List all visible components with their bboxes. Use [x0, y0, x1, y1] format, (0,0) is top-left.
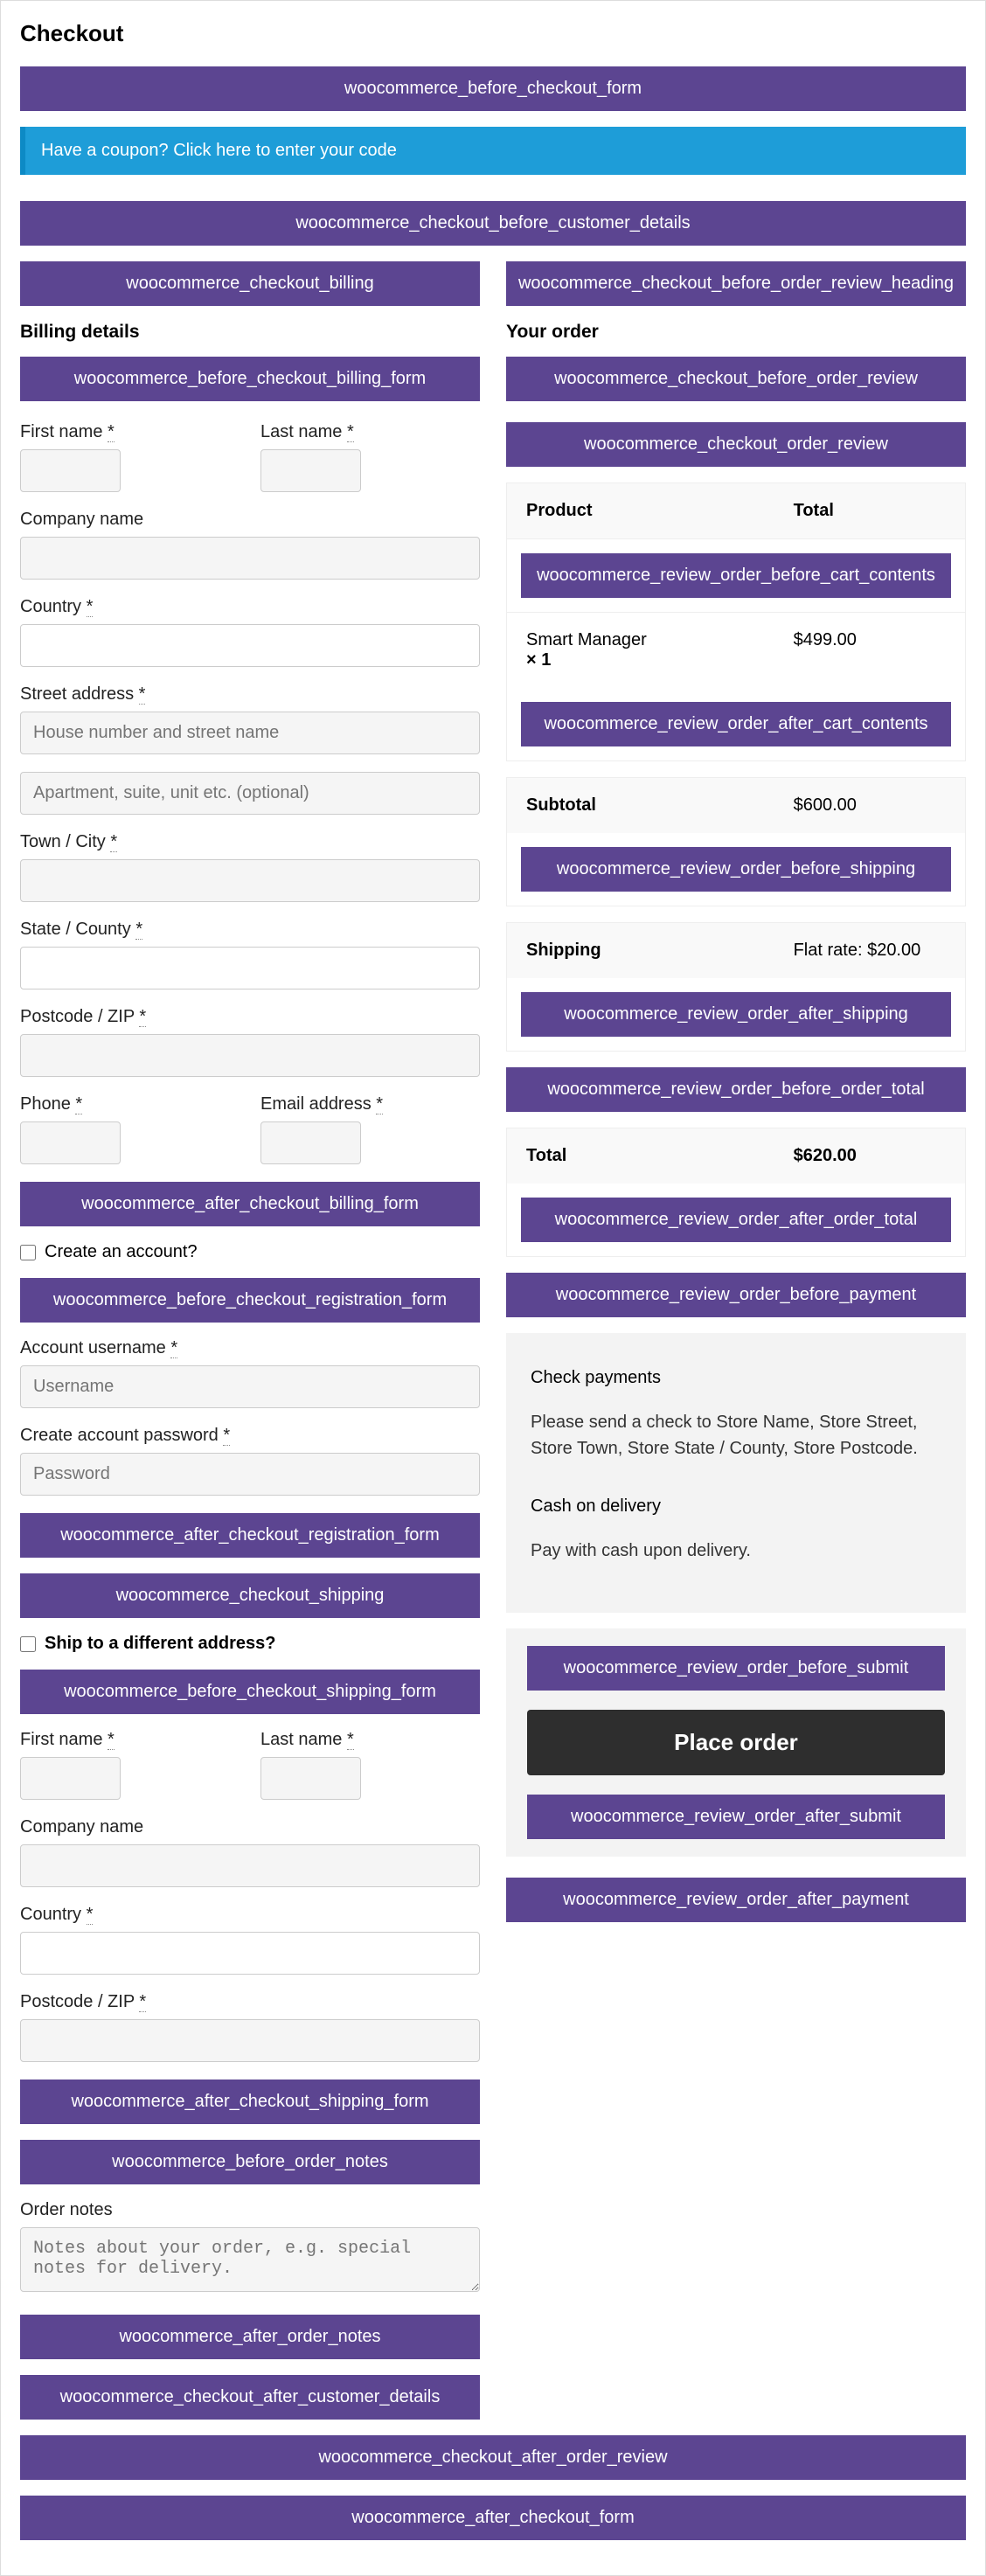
- payment-cod-title[interactable]: Cash on delivery: [506, 1486, 966, 1527]
- billing-state-input[interactable]: [20, 947, 480, 989]
- billing-heading: Billing details: [20, 322, 480, 343]
- billing-first-name-label: First name *: [20, 422, 240, 442]
- payment-methods-box: Check payments Please send a check to St…: [506, 1333, 966, 1613]
- order-heading: Your order: [506, 322, 966, 343]
- shipping-first-name-input[interactable]: [20, 1757, 121, 1800]
- account-password-label: Create account password *: [20, 1426, 480, 1446]
- hook-after-submit: woocommerce_review_order_after_submit: [527, 1795, 945, 1839]
- billing-first-name-input[interactable]: [20, 449, 121, 492]
- total-value: $620.00: [774, 1128, 965, 1184]
- order-notes-label: Order notes: [20, 2200, 480, 2220]
- billing-email-input[interactable]: [260, 1121, 361, 1164]
- billing-country-label: Country *: [20, 597, 480, 617]
- order-product-box: Product Total woocommerce_review_order_b…: [506, 483, 966, 761]
- hook-before-checkout-form: woocommerce_before_checkout_form: [20, 66, 966, 111]
- hook-after-cart-contents: woocommerce_review_order_after_cart_cont…: [521, 702, 951, 746]
- shipping-value: Flat rate: $20.00: [774, 923, 965, 978]
- hook-before-shipping-form: woocommerce_before_checkout_shipping_for…: [20, 1670, 480, 1714]
- hook-after-shipping-review: woocommerce_review_order_after_shipping: [521, 992, 951, 1037]
- billing-last-name-input[interactable]: [260, 449, 361, 492]
- order-review-column: woocommerce_checkout_before_order_review…: [506, 261, 966, 1938]
- shipping-postcode-input[interactable]: [20, 2019, 480, 2062]
- ship-different-checkbox[interactable]: [20, 1636, 36, 1652]
- subtotal-label: Subtotal: [507, 778, 774, 833]
- order-shipping-box: Shipping Flat rate: $20.00 woocommerce_r…: [506, 922, 966, 1052]
- hook-after-registration-form: woocommerce_after_checkout_registration_…: [20, 1513, 480, 1558]
- order-product-header: Product: [507, 483, 774, 538]
- order-total-box: Total $620.00 woocommerce_review_order_a…: [506, 1128, 966, 1257]
- account-username-label: Account username *: [20, 1338, 480, 1358]
- order-before-total-box: woocommerce_review_order_before_order_to…: [506, 1067, 966, 1112]
- order-total-header: Total: [774, 483, 965, 538]
- billing-street1-input[interactable]: [20, 712, 480, 754]
- billing-last-name-label: Last name *: [260, 422, 480, 442]
- order-notes-input[interactable]: [20, 2227, 480, 2292]
- hook-before-billing-form: woocommerce_before_checkout_billing_form: [20, 357, 480, 401]
- shipping-country-label: Country *: [20, 1905, 480, 1925]
- billing-state-label: State / County *: [20, 920, 480, 940]
- shipping-country-input[interactable]: [20, 1932, 480, 1975]
- hook-after-order-notes: woocommerce_after_order_notes: [20, 2315, 480, 2359]
- hook-after-shipping-form: woocommerce_after_checkout_shipping_form: [20, 2080, 480, 2124]
- billing-phone-label: Phone *: [20, 1094, 240, 1114]
- cart-item-price: $499.00: [774, 613, 965, 688]
- hook-checkout-billing: woocommerce_checkout_billing: [20, 261, 480, 306]
- payment-check-title[interactable]: Check payments: [506, 1357, 966, 1399]
- billing-street-label: Street address *: [20, 684, 480, 705]
- create-account-checkbox[interactable]: [20, 1245, 36, 1260]
- total-label: Total: [507, 1128, 774, 1184]
- account-password-input[interactable]: [20, 1453, 480, 1496]
- ship-different-label: Ship to a different address?: [45, 1634, 275, 1654]
- hook-before-payment: woocommerce_review_order_before_payment: [506, 1273, 966, 1317]
- billing-town-label: Town / City *: [20, 832, 480, 852]
- payment-cod-desc: Pay with cash upon delivery.: [506, 1527, 966, 1588]
- billing-country-input[interactable]: [20, 624, 480, 667]
- cart-item-name: Smart Manager × 1: [507, 613, 774, 688]
- hook-before-cart-contents: woocommerce_review_order_before_cart_con…: [521, 553, 951, 598]
- payment-check-desc: Please send a check to Store Name, Store…: [506, 1399, 966, 1486]
- billing-postcode-label: Postcode / ZIP *: [20, 1007, 480, 1027]
- hook-after-order-review: woocommerce_checkout_after_order_review: [20, 2435, 966, 2480]
- hook-before-order-review: woocommerce_checkout_before_order_review: [506, 357, 966, 401]
- hook-after-payment: woocommerce_review_order_after_payment: [506, 1878, 966, 1922]
- shipping-first-name-label: First name *: [20, 1730, 240, 1750]
- shipping-last-name-label: Last name *: [260, 1730, 480, 1750]
- checkout-container: Checkout woocommerce_before_checkout_for…: [0, 0, 986, 2576]
- billing-town-input[interactable]: [20, 859, 480, 902]
- hook-after-order-total: woocommerce_review_order_after_order_tot…: [521, 1198, 951, 1242]
- account-username-input[interactable]: [20, 1365, 480, 1408]
- coupon-notice[interactable]: Have a coupon? Click here to enter your …: [20, 127, 966, 175]
- create-account-label: Create an account?: [45, 1242, 198, 1262]
- hook-checkout-order-review: woocommerce_checkout_order_review: [506, 422, 966, 467]
- billing-email-label: Email address *: [260, 1094, 480, 1114]
- billing-company-input[interactable]: [20, 537, 480, 580]
- billing-phone-input[interactable]: [20, 1121, 121, 1164]
- billing-company-label: Company name: [20, 510, 480, 530]
- shipping-postcode-label: Postcode / ZIP *: [20, 1992, 480, 2012]
- hook-after-billing-form: woocommerce_after_checkout_billing_form: [20, 1182, 480, 1226]
- order-subtotal-box: Subtotal $600.00 woocommerce_review_orde…: [506, 777, 966, 906]
- shipping-label: Shipping: [507, 923, 774, 978]
- hook-before-order-notes: woocommerce_before_order_notes: [20, 2140, 480, 2184]
- hook-after-checkout-form: woocommerce_after_checkout_form: [20, 2496, 966, 2540]
- hook-before-shipping-review: woocommerce_review_order_before_shipping: [521, 847, 951, 892]
- hook-after-customer-details: woocommerce_checkout_after_customer_deta…: [20, 2375, 480, 2420]
- customer-details-column: woocommerce_checkout_billing Billing det…: [20, 261, 480, 2435]
- shipping-last-name-input[interactable]: [260, 1757, 361, 1800]
- hook-before-customer-details: woocommerce_checkout_before_customer_det…: [20, 201, 966, 246]
- billing-postcode-input[interactable]: [20, 1034, 480, 1077]
- hook-checkout-shipping: woocommerce_checkout_shipping: [20, 1573, 480, 1618]
- hook-before-order-review-heading: woocommerce_checkout_before_order_review…: [506, 261, 966, 306]
- billing-street2-input[interactable]: [20, 772, 480, 815]
- hook-before-registration-form: woocommerce_before_checkout_registration…: [20, 1278, 480, 1323]
- place-order-button[interactable]: Place order: [527, 1710, 945, 1775]
- subtotal-value: $600.00: [774, 778, 965, 833]
- hook-before-order-total: woocommerce_review_order_before_order_to…: [506, 1067, 966, 1112]
- page-title: Checkout: [20, 20, 966, 47]
- place-order-box: woocommerce_review_order_before_submit P…: [506, 1628, 966, 1857]
- shipping-company-label: Company name: [20, 1817, 480, 1837]
- hook-before-submit: woocommerce_review_order_before_submit: [527, 1646, 945, 1691]
- shipping-company-input[interactable]: [20, 1844, 480, 1887]
